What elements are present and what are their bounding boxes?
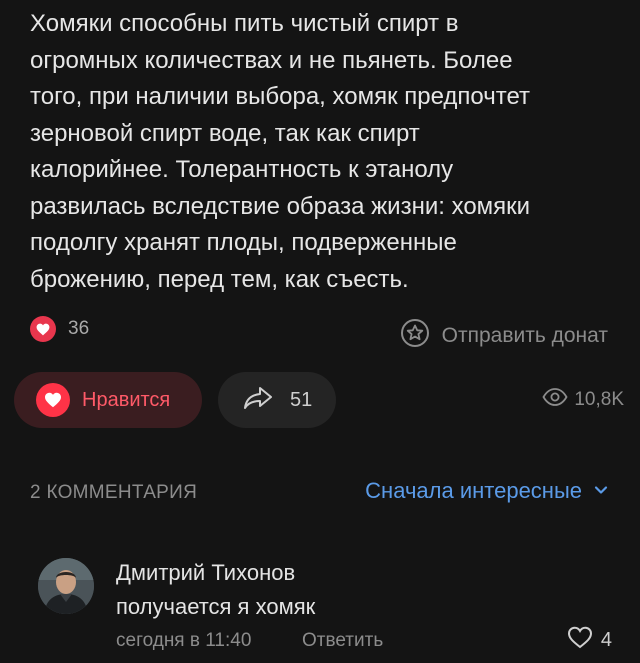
post-text-line: Хомяки способны пить чистый спирт в <box>30 10 459 37</box>
sort-select[interactable]: Сначала интересные <box>365 478 608 504</box>
like-label: Нравится <box>82 388 171 411</box>
sort-label: Сначала интересные <box>365 478 582 503</box>
post-text-line: подолгу хранят плоды, подверженные <box>30 229 457 256</box>
reply-button[interactable]: Ответить <box>302 630 383 652</box>
chevron-down-icon <box>594 482 608 500</box>
donate-button[interactable]: Отправить донат <box>400 318 608 353</box>
reaction-count: 36 <box>68 318 90 339</box>
comments-count: 2 КОММЕНТАРИЯ <box>30 482 198 503</box>
views-counter: 10,8K <box>542 388 624 411</box>
avatar[interactable] <box>38 558 94 614</box>
comment-likes-count: 4 <box>600 628 612 651</box>
like-button[interactable]: Нравится <box>14 372 202 428</box>
comment-like-button[interactable]: 4 <box>567 626 612 654</box>
post-text-line: развилась вследствие образа жизни: хомяк… <box>30 192 531 220</box>
comment-author[interactable]: Дмитрий Тихонов <box>116 560 295 586</box>
share-icon <box>242 385 274 416</box>
donate-icon <box>400 318 430 353</box>
eye-icon <box>542 388 568 411</box>
post-text-line: калорийнее. Толерантность к этанолу <box>30 156 454 183</box>
post-text-line: зерновой спирт воде, так как спирт <box>30 119 420 147</box>
comment-item: Дмитрий Тихонов получается я хомяк сегод… <box>30 552 620 662</box>
post-text-line: огромных количествах и не пьянеть. Более <box>30 46 513 74</box>
heart-icon <box>30 316 56 342</box>
post-text-line: брожению, перед тем, как съесть. <box>30 265 409 293</box>
post-text: Хомяки способны пить чистый спирт в огро… <box>30 6 620 298</box>
reaction-summary[interactable]: 36 <box>30 316 89 342</box>
comment-text: получается я хомяк <box>116 594 316 619</box>
actions-row: Нравится 51 10,8K <box>14 372 626 430</box>
heart-outline-icon <box>567 626 593 654</box>
share-count: 51 <box>290 388 313 411</box>
views-count: 10,8K <box>574 388 624 410</box>
share-button[interactable]: 51 <box>218 372 336 428</box>
reactions-row: 36 Отправить донат <box>30 316 610 350</box>
heart-icon <box>36 383 70 417</box>
comment-timestamp: сегодня в 11:40 <box>116 630 252 651</box>
comments-header: 2 КОММЕНТАРИЯ Сначала интересные <box>30 476 608 510</box>
post-text-line: того, при наличии выбора, хомяк предпочт… <box>30 83 531 110</box>
donate-label: Отправить донат <box>441 323 608 347</box>
